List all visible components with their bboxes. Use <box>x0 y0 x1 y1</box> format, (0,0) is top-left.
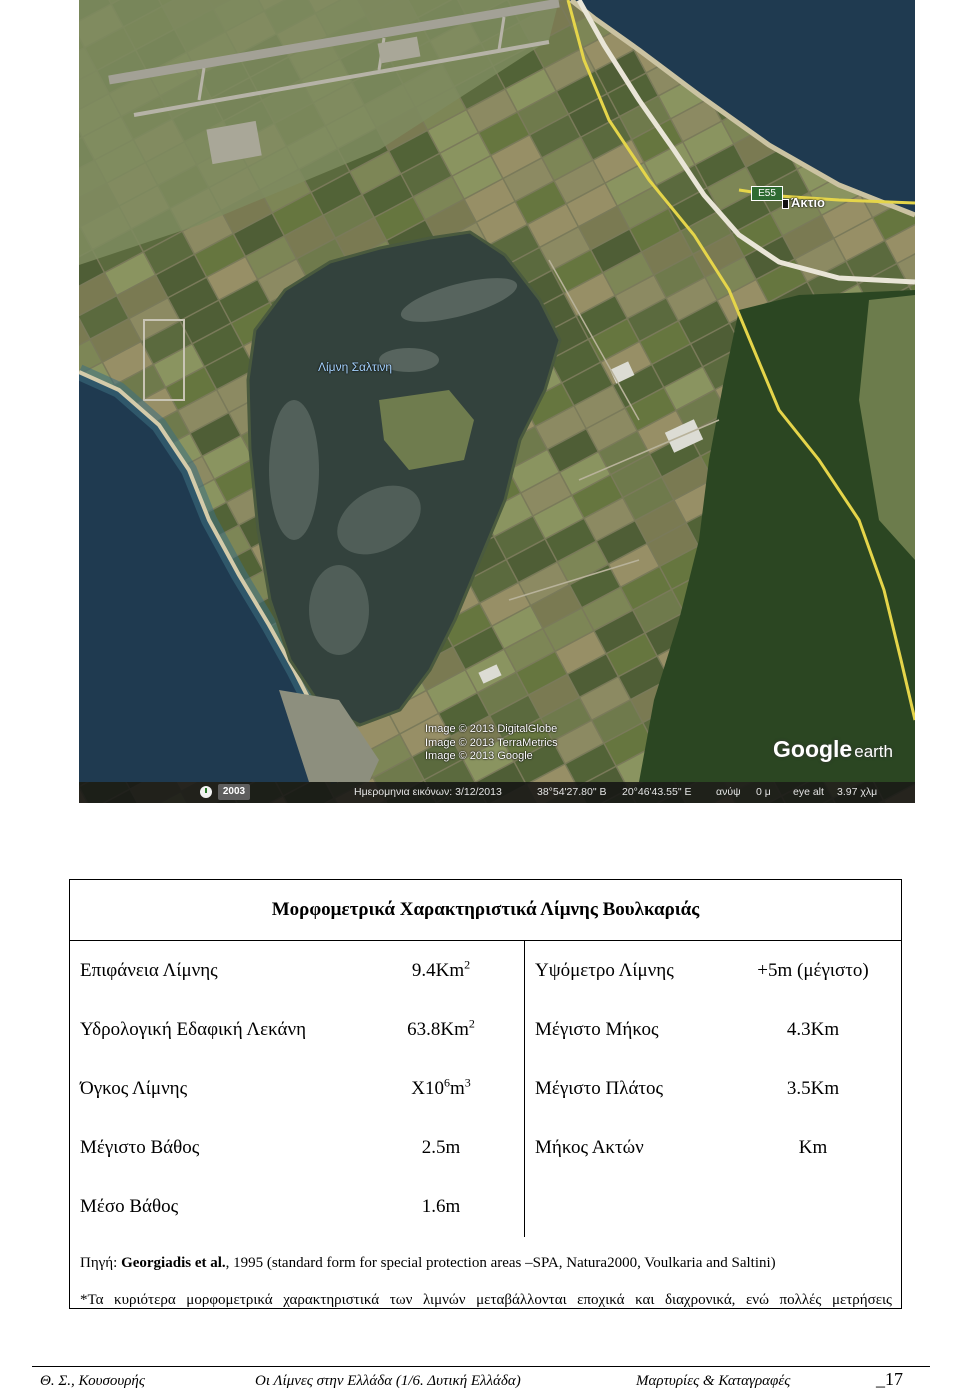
value-exponent: 3 <box>464 1075 471 1090</box>
value-text: m <box>449 1078 465 1099</box>
status-bar: 2003 Ημερομηνια εικόνων: 3/12/2013 38°54… <box>79 782 915 803</box>
row-label: Μέσο Βάθος <box>80 1196 179 1217</box>
row-value: 4.3Km <box>786 1019 840 1040</box>
table-row: Υδρολογική Εδαφική Λεκάνη 63.8Km2 Μέγιστ… <box>70 1000 901 1059</box>
town-label: Άκτιο <box>791 195 825 210</box>
lake-shallows <box>309 565 369 655</box>
clock-icon <box>200 786 212 798</box>
source-authors: Georgiadis et al. <box>121 1255 226 1271</box>
road-sign: E55 <box>751 186 783 201</box>
satellite-image: Λίμνη Σαλτινη Άκτιο E55 Image © 2013 Dig… <box>79 0 915 803</box>
satellite-map <box>79 0 915 803</box>
logo-brand: Google <box>773 736 853 762</box>
morphometric-table: Μορφομετρικά Χαρακτηριστικά Λίμνης Βουλκ… <box>69 879 902 1309</box>
footer-author: Θ. Σ., Κουσουρής <box>40 1373 145 1389</box>
image-credit: Image © 2013 Google <box>425 750 533 762</box>
row-label: Μέγιστο Μήκος <box>535 1019 659 1040</box>
row-value: 63.8Km2 <box>391 1000 491 1059</box>
lake-shallows <box>269 400 319 540</box>
row-value: Km <box>798 1137 828 1158</box>
row-value: 3.5Km <box>786 1078 840 1099</box>
latitude: 38°54'27.80" Β <box>537 786 607 798</box>
table-row: Μέσο Βάθος 1.6m <box>70 1177 901 1236</box>
footer-rule <box>32 1366 930 1367</box>
row-label: Υψόμετρο Λίμνης <box>535 960 674 981</box>
elevation-value: 0 μ <box>756 786 771 798</box>
value-text: X10 <box>411 1078 444 1099</box>
row-label: Μέγιστο Βάθος <box>80 1137 200 1158</box>
table-row: Επιφάνεια Λίμνης 9.4Km2 Υψόμετρο Λίμνης … <box>70 941 901 1000</box>
elevation-label: ανύψ <box>716 786 741 798</box>
longitude: 20°46'43.55" Ε <box>622 786 692 798</box>
row-value: X106m3 <box>391 1059 491 1118</box>
eye-alt-value: 3.97 χλμ <box>837 786 878 798</box>
eye-alt-label: eye alt <box>793 786 824 798</box>
table-row: Μέγιστο Βάθος 2.5m Μήκος Ακτών Km <box>70 1118 901 1177</box>
google-earth-logo: Google earth <box>773 736 893 763</box>
row-value: 9.4Km2 <box>391 941 491 1000</box>
row-value: +5m (μέγιστο) <box>757 960 869 981</box>
value-exponent: 2 <box>464 957 471 972</box>
table-title: Μορφομετρικά Χαρακτηριστικά Λίμνης Βουλκ… <box>271 899 700 920</box>
value-exponent: 2 <box>468 1016 475 1031</box>
table-row: Όγκος Λίμνης X106m3 Μέγιστο Πλάτος 3.5Km <box>70 1059 901 1118</box>
value-text: 9.4Km <box>411 960 465 981</box>
source-citation: Πηγή: Georgiadis et al., 1995 (standard … <box>80 1253 776 1273</box>
footer-series: Μαρτυρίες & Καταγραφές <box>636 1373 791 1389</box>
page-number: _17 <box>876 1369 903 1389</box>
row-value: 1.6m <box>421 1196 461 1217</box>
year-badge: 2003 <box>218 784 250 800</box>
logo-product: earth <box>854 742 893 761</box>
row-label: Επιφάνεια Λίμνης <box>80 960 218 981</box>
row-label: Μήκος Ακτών <box>535 1137 644 1158</box>
lake-label: Λίμνη Σαλτινη <box>318 360 393 374</box>
footer-book-title: Οι Λίμνες στην Ελλάδα (1/6. Δυτική Ελλάδ… <box>255 1373 521 1389</box>
row-label: Υδρολογική Εδαφική Λεκάνη <box>80 1019 307 1040</box>
place-marker-icon <box>782 199 789 209</box>
row-value: 2.5m <box>421 1137 461 1158</box>
source-details: , 1995 (standard form for special protec… <box>225 1255 776 1271</box>
row-label: Μέγιστο Πλάτος <box>535 1078 664 1099</box>
source-prefix: Πηγή: <box>80 1255 122 1271</box>
row-label: Όγκος Λίμνης <box>80 1078 188 1099</box>
image-credit: Image © 2013 TerraMetrics <box>425 737 558 749</box>
imagery-date: Ημερομηνια εικόνων: 3/12/2013 <box>354 786 502 798</box>
image-credit: Image © 2013 DigitalGlobe <box>425 723 558 735</box>
value-text: 63.8Km <box>407 1019 469 1040</box>
table-note: *Τα κυριότερα μορφομετρικά χαρακτηριστικ… <box>80 1292 892 1308</box>
